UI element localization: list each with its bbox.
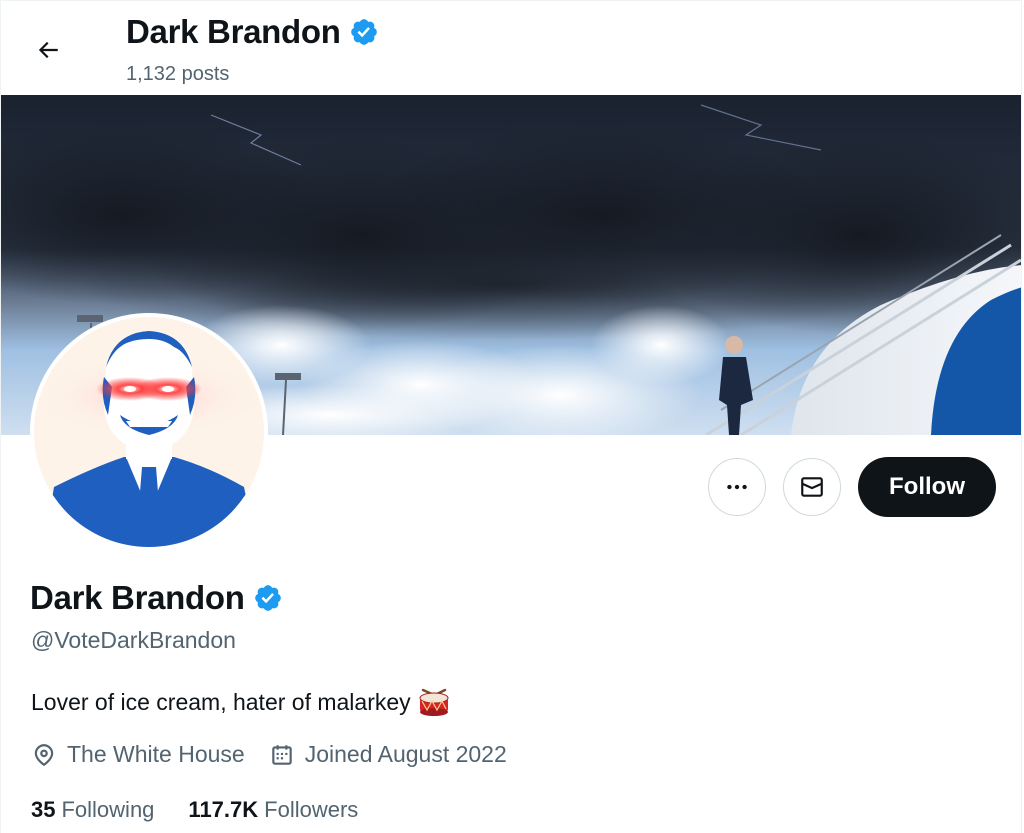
followers-count: 117.7K xyxy=(188,797,259,822)
verified-badge-icon xyxy=(350,19,377,45)
profile-header: Dark Brandon 1,132 posts xyxy=(1,1,1021,95)
display-name: Dark Brandon xyxy=(30,579,245,616)
profile-name-row: Dark Brandon xyxy=(30,579,283,617)
joined-item: Joined August 2022 xyxy=(269,741,507,768)
joined-text: Joined August 2022 xyxy=(304,741,507,767)
bio-text: Lover of ice cream, hater of malarkey xyxy=(31,688,411,715)
profile-page: Dark Brandon 1,132 posts Follow Dark Bra… xyxy=(0,0,1022,833)
header-title: Dark Brandon xyxy=(126,13,379,51)
follow-button[interactable]: Follow xyxy=(858,457,996,517)
avatar-image xyxy=(34,317,264,547)
followers-label: Followers xyxy=(264,797,359,822)
drum-icon xyxy=(419,688,449,716)
profile-bio: Lover of ice cream, hater of malarkey xyxy=(31,687,451,717)
profile-meta: The White House Joined August 2022 xyxy=(31,741,531,768)
profile-avatar[interactable] xyxy=(30,313,268,551)
followers-link[interactable]: 117.7K Followers xyxy=(188,797,358,823)
posts-count: 1,132 posts xyxy=(126,63,230,85)
location-pin-icon xyxy=(34,743,54,766)
profile-stats: 35 Following 117.7K Followers xyxy=(31,797,392,823)
verified-badge-icon[interactable] xyxy=(253,583,283,613)
location-text: The White House xyxy=(67,741,245,767)
back-button[interactable] xyxy=(23,25,73,75)
calendar-icon xyxy=(271,744,292,765)
envelope-icon xyxy=(801,477,823,497)
location-item: The White House xyxy=(31,741,245,768)
following-label: Following xyxy=(61,797,155,822)
more-options-button[interactable] xyxy=(708,458,766,516)
more-horizontal-icon xyxy=(727,484,747,490)
header-name: Dark Brandon xyxy=(126,13,341,50)
arrow-left-icon xyxy=(38,41,58,59)
following-count: 35 xyxy=(31,797,56,822)
following-link[interactable]: 35 Following xyxy=(31,797,154,823)
profile-handle: @VoteDarkBrandon xyxy=(31,627,236,653)
message-button[interactable] xyxy=(783,458,841,516)
